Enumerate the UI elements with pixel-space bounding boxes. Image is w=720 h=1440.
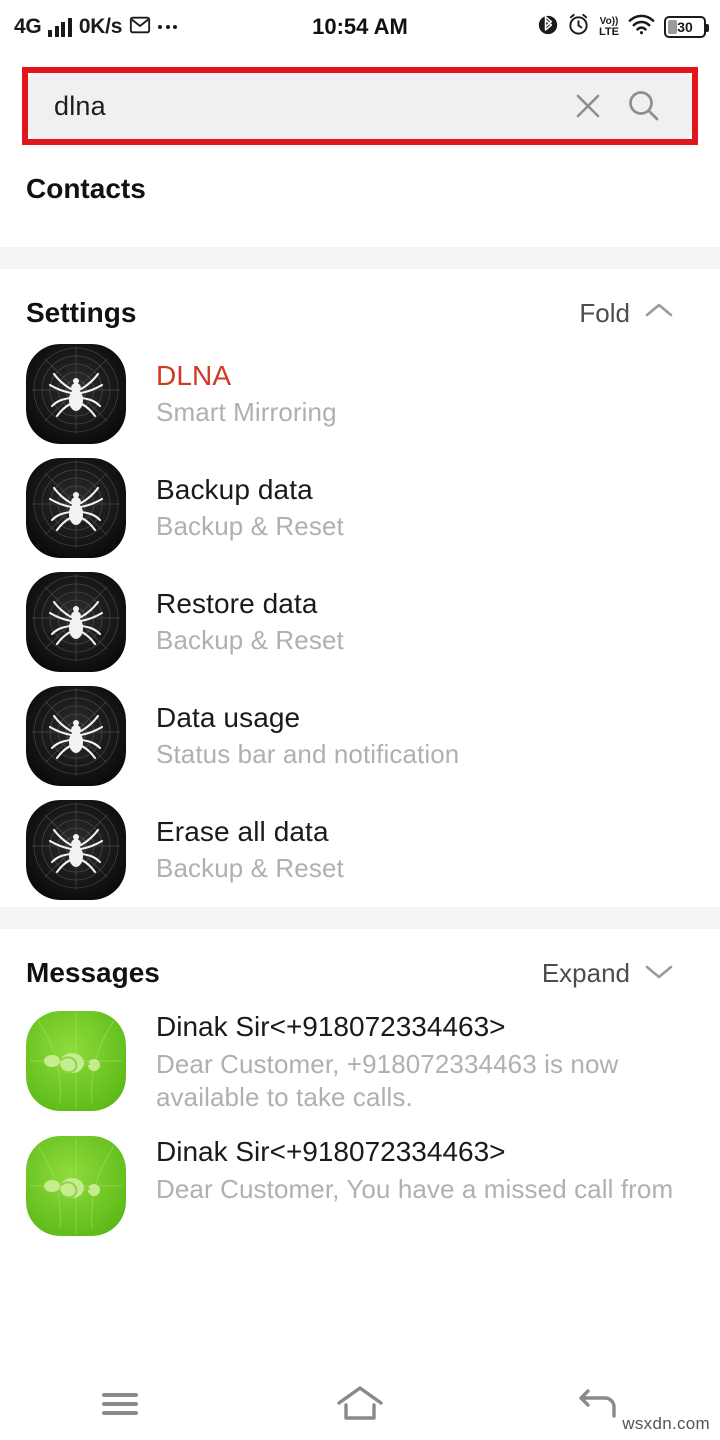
search-bar-highlight: dlna — [22, 67, 698, 145]
battery-icon: 30 — [664, 16, 706, 38]
messages-expand-toggle[interactable]: Expand — [542, 958, 694, 989]
message-sender: Dinak Sir<+918072334463> — [156, 1011, 676, 1043]
section-divider — [0, 247, 720, 269]
messages-header: Messages Expand — [0, 929, 720, 997]
menu-icon[interactable] — [60, 1368, 180, 1440]
list-item-text: DLNA Smart Mirroring — [156, 360, 337, 428]
list-item-subtitle: Status bar and notification — [156, 739, 459, 770]
envelope-icon — [129, 14, 151, 41]
list-item-text: Dinak Sir<+918072334463> Dear Customer, … — [156, 1134, 673, 1206]
list-item[interactable]: Data usage Status bar and notification — [0, 679, 720, 793]
bluetooth-icon — [538, 13, 558, 42]
list-item[interactable]: DLNA Smart Mirroring — [0, 337, 720, 451]
spider-web-icon — [26, 458, 126, 558]
navigation-bar — [0, 1368, 720, 1440]
messages-expand-label: Expand — [542, 958, 630, 989]
message-preview: Dear Customer, +918072334463 is now avai… — [156, 1048, 676, 1115]
list-item[interactable]: Restore data Backup & Reset — [0, 565, 720, 679]
list-item[interactable]: Dinak Sir<+918072334463> Dear Customer, … — [0, 1122, 720, 1243]
contacts-results-empty — [0, 213, 720, 247]
status-bar-left: 4G 0K/s — [14, 14, 177, 41]
list-item-text: Dinak Sir<+918072334463> Dear Customer, … — [156, 1009, 676, 1115]
status-bar-right: Vo)) LTE 30 — [538, 0, 706, 54]
home-icon[interactable] — [300, 1368, 420, 1440]
section-divider — [0, 907, 720, 929]
battery-level-label: 30 — [677, 19, 693, 35]
data-rate-label: 0K/s — [79, 15, 122, 39]
clock-label: 10:54 AM — [312, 14, 408, 40]
list-item-title: Erase all data — [156, 816, 344, 848]
message-leaf-icon — [26, 1136, 126, 1236]
messages-title: Messages — [26, 957, 160, 989]
watermark: wsxdn.com — [622, 1414, 710, 1434]
list-item-text: Data usage Status bar and notification — [156, 702, 459, 770]
search-input[interactable]: dlna — [54, 91, 560, 122]
contacts-title: Contacts — [26, 173, 146, 205]
list-item-title: Restore data — [156, 588, 344, 620]
contacts-header: Contacts — [0, 145, 720, 213]
list-item-title: Data usage — [156, 702, 459, 734]
messages-results-list: Dinak Sir<+918072334463> Dear Customer, … — [0, 997, 720, 1243]
list-item-title: Backup data — [156, 474, 344, 506]
list-item[interactable]: Erase all data Backup & Reset — [0, 793, 720, 907]
volte-icon: Vo)) LTE — [599, 17, 619, 36]
list-item-text: Erase all data Backup & Reset — [156, 816, 344, 884]
section-messages: Messages Expand — [0, 929, 720, 1243]
section-contacts: Contacts — [0, 145, 720, 247]
settings-results-list: DLNA Smart Mirroring — [0, 337, 720, 907]
list-item-subtitle: Backup & Reset — [156, 625, 344, 656]
settings-fold-label: Fold — [579, 298, 630, 329]
list-item-title: DLNA — [156, 360, 337, 392]
list-item-subtitle: Smart Mirroring — [156, 397, 337, 428]
list-item[interactable]: Backup data Backup & Reset — [0, 451, 720, 565]
wifi-icon — [628, 14, 655, 40]
settings-title: Settings — [26, 297, 136, 329]
settings-header: Settings Fold — [0, 269, 720, 337]
list-item-text: Restore data Backup & Reset — [156, 588, 344, 656]
spider-web-icon — [26, 686, 126, 786]
message-sender: Dinak Sir<+918072334463> — [156, 1136, 673, 1168]
network-type-label: 4G — [14, 15, 41, 39]
battery-fill — [668, 20, 677, 34]
list-item-subtitle: Backup & Reset — [156, 853, 344, 884]
message-leaf-icon — [26, 1011, 126, 1111]
spider-web-icon — [26, 572, 126, 672]
message-preview: Dear Customer, You have a missed call fr… — [156, 1173, 673, 1206]
settings-fold-toggle[interactable]: Fold — [579, 298, 694, 329]
chevron-up-icon — [644, 301, 674, 326]
volte-bottom-label: LTE — [599, 27, 619, 37]
search-field[interactable]: dlna — [28, 73, 692, 139]
list-item[interactable]: Dinak Sir<+918072334463> Dear Customer, … — [0, 997, 720, 1122]
close-icon[interactable] — [560, 78, 616, 134]
section-settings: Settings Fold — [0, 269, 720, 907]
status-bar: 4G 0K/s 10:54 AM Vo)) LTE — [0, 0, 720, 54]
spider-web-icon — [26, 800, 126, 900]
more-dots-icon — [158, 17, 177, 37]
signal-bars-icon — [48, 17, 72, 37]
content-bottom-mask — [0, 1360, 720, 1368]
search-icon[interactable] — [616, 78, 672, 134]
list-item-text: Backup data Backup & Reset — [156, 474, 344, 542]
alarm-icon — [567, 13, 590, 41]
spider-web-icon — [26, 344, 126, 444]
chevron-down-icon — [644, 961, 674, 986]
list-item-subtitle: Backup & Reset — [156, 511, 344, 542]
